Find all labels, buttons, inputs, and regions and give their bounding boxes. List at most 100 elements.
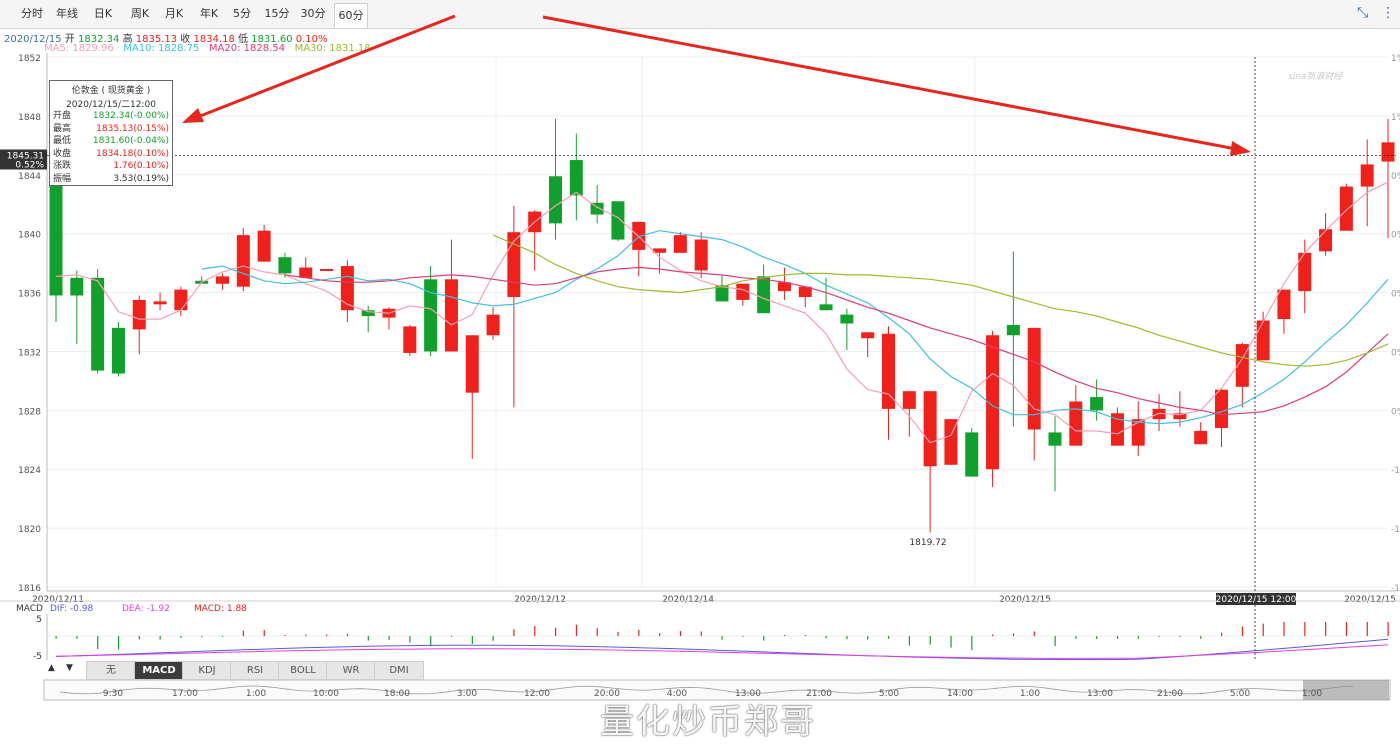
indicator-tab-dmi[interactable]: DMI [374,661,424,680]
tooltip-row: 开盘 1832.34(-0.00%) [50,110,172,123]
x-tick-label: 2020/12/12 [514,595,566,605]
indicator-tab-rsi[interactable]: RSI [230,661,280,680]
candle-body [486,314,500,336]
candle-body [1215,389,1228,428]
candle-body [70,277,84,296]
navigator-time-label: 13:00 [1087,689,1113,699]
macd-bar [117,636,120,650]
candle-body [278,257,292,274]
macd-bar [346,633,349,636]
macd-bar [1179,636,1181,637]
macd-bar [1387,622,1389,636]
y-tick-label: 1848 [18,113,41,123]
macd-bar [1158,636,1160,637]
red-arrow-right [542,15,1237,151]
macd-bar [992,634,994,636]
macd-bar [326,634,328,636]
macd-bar [929,636,931,645]
tooltip-value: 1.76(0.10%) [113,161,169,171]
candle-body [840,314,854,324]
macd-bar [971,636,973,650]
y-tick-label: 1816 [18,584,41,594]
macd-bar [804,635,806,636]
navigator-time-label: 14:00 [947,689,973,699]
pct-tick-label: 0% [1391,231,1400,241]
macd-title: MACD [16,604,43,614]
scroll-up-icon[interactable]: ▲ [48,663,55,673]
candle-body [902,391,916,409]
candle-body [153,301,167,305]
macd-bar [1137,636,1139,639]
candle-body [216,276,229,284]
tooltip-key: 涨跌 [53,161,72,171]
candle-body [965,432,979,477]
indicator-tab-kdj[interactable]: KDJ [182,661,232,680]
candle-body [465,335,479,393]
pct-tick-label: 1% [1391,113,1400,123]
candle-body [444,279,458,352]
macd-bar [471,636,473,644]
macd-dea-line [55,644,1389,659]
candlestick-chart[interactable]: 1852 1% 1848 1% 1844 0% 1840 0% 1836 0% 1832 0% 1828… [0,0,1400,750]
tooltip-key: 振幅 [53,173,72,184]
pct-tick-label: 1% [1391,54,1400,64]
macd-bar [908,636,911,646]
candle-body [1339,186,1353,231]
candle-body [1069,401,1083,446]
indicator-tab-wr[interactable]: WR [326,661,376,680]
tooltip-key: 收盘 [53,148,72,159]
candle-body [236,235,250,287]
candle-body [1277,289,1291,320]
macd-bar [721,636,723,640]
macd-bar [513,629,515,636]
candle-body [1090,397,1104,411]
macd-bar [492,636,494,641]
pct-tick-label: 0% [1391,172,1400,182]
y-tick-label: 1820 [18,525,41,535]
y-tick-label: 1840 [18,231,41,241]
y-tick-label: 1852 [18,54,41,64]
red-arrow-left [194,14,456,120]
macd-bar [450,636,453,637]
ma10-line [201,230,1389,425]
candle-body [569,160,583,196]
candle-body [819,304,833,311]
macd-ytick: -5 [33,652,42,662]
tooltip-key: 最低 [53,136,72,146]
macd-bar [1262,623,1264,636]
tooltip-row: 涨跌 1.76(0.10%) [50,160,172,173]
navigator-time-label: 5:00 [1230,689,1250,699]
candle-body [611,201,625,240]
navigator-time-label: 18:00 [384,689,410,699]
macd-bar [97,636,99,649]
pct-tick-label: 0% [1391,407,1400,417]
x-tick-label: 2020/12/14 [662,595,714,605]
scroll-down-icon[interactable]: ▼ [66,663,73,673]
macd-bar [846,636,848,640]
arrow-head-right [1230,141,1251,156]
y-tick-label: 1824 [18,466,41,476]
pct-tick-label: 0% [1391,348,1400,358]
macd-bar [1241,626,1244,636]
macd-bar [783,635,786,636]
macd-bar [1116,636,1119,639]
ma30-line [492,234,1389,367]
candle-body [1256,320,1270,361]
min-price-label: 1819.72 [909,538,946,548]
candle-body [174,289,188,311]
macd-value: MACD: 1.88 [194,604,247,614]
macd-bar [55,636,57,639]
navigator-time-label: 1:00 [1302,689,1322,699]
indicator-tab-macd[interactable]: MACD [134,661,184,680]
macd-bar [1012,633,1015,636]
tooltip-value: 1834.18(0.10%) [96,148,169,159]
pct-tick-label: -1% [1391,525,1400,535]
y-tick-label: 1836 [18,290,41,300]
pct-tick-label: 0% [1391,290,1400,300]
indicator-tab-无[interactable]: 无 [86,661,136,680]
macd-bar [950,636,952,648]
candle-body [257,230,271,262]
macd-dif: DIF: -0.98 [50,604,94,614]
indicator-tab-boll[interactable]: BOLL [278,661,328,680]
pct-tick-label: -1% [1391,466,1400,476]
